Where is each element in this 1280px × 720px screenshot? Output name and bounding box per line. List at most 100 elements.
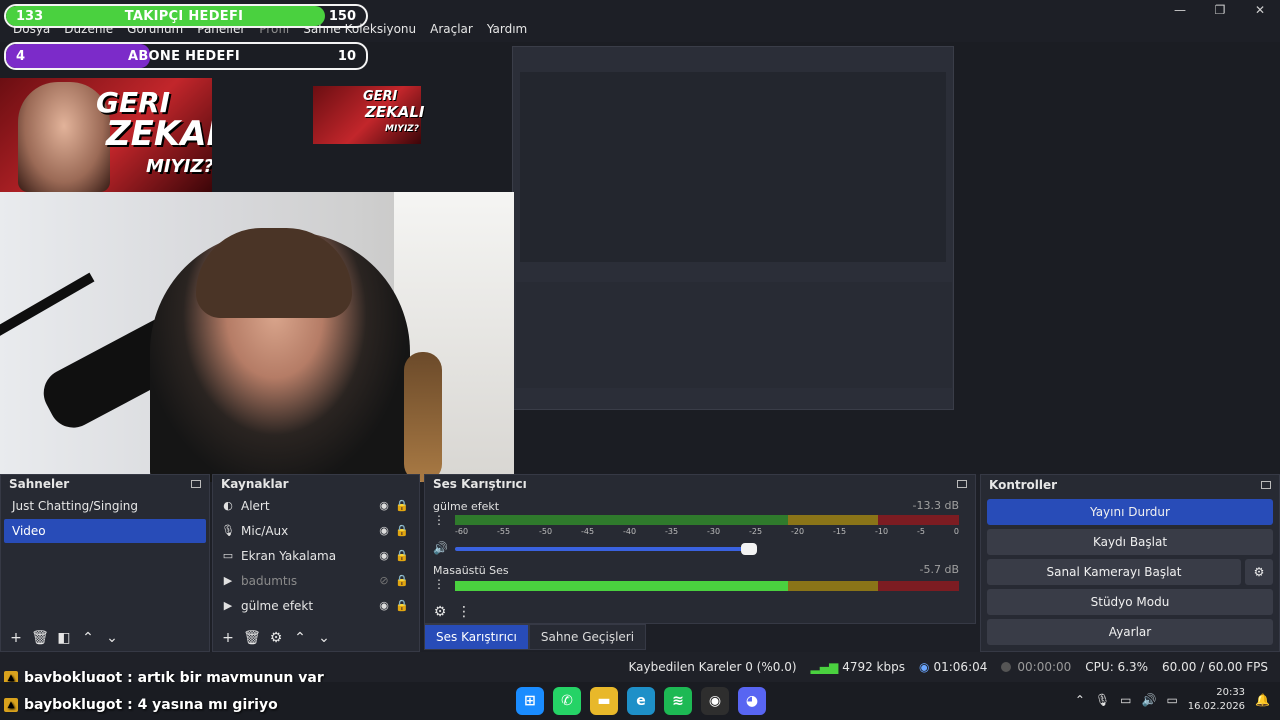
taskbar-apps: ⊞ ✆ ▬ e ≋ ◉ ◕ [516, 687, 766, 715]
meter-ticks: -60 -55 -50 -45 -40 -35 -30 -25 -20 -15 -10 -5 0 [455, 527, 959, 536]
mixer-menu-icon[interactable]: ⋮ [455, 603, 473, 621]
menu-help[interactable]: Yardım [480, 20, 534, 40]
volume-icon[interactable]: 🔊 [1141, 693, 1156, 707]
audio-mixer-dock: Ses Karıştırıcı gülme efekt -13.3 dB ⋮ -… [424, 474, 976, 624]
trash-icon[interactable]: 🗑 [243, 629, 261, 647]
chevron-down-icon[interactable]: ⌄ [103, 629, 121, 647]
source-item-badumtis[interactable]: ▶ badumtıs ⊘ 🔒 [213, 568, 419, 593]
sources-title: Kaynaklar [221, 477, 289, 491]
minimize-icon[interactable]: — [1160, 0, 1200, 20]
chat-badge-icon: ▲ [4, 698, 18, 712]
tab-scene-transitions[interactable]: Sahne Geçişleri [528, 624, 647, 650]
nested-thumbnail-line3: MIYIZ? [385, 124, 419, 134]
fps-readout: 60.00 / 60.00 FPS [1162, 660, 1268, 674]
nested-obs-preview [520, 72, 946, 262]
close-icon[interactable]: ✕ [1240, 0, 1280, 20]
eye-off-icon[interactable]: ⊘ [375, 574, 393, 587]
start-virtual-camera-button[interactable]: Sanal Kamerayı Başlat [987, 559, 1241, 585]
controls-dock-title: Kontroller [981, 475, 1279, 495]
signal-bars-icon: ▂▄▆ [810, 660, 839, 674]
add-icon[interactable]: + [219, 629, 237, 647]
lock-icon[interactable]: 🔒 [393, 524, 411, 537]
undock-icon[interactable] [191, 480, 201, 488]
source-label: Alert [241, 498, 270, 513]
source-item-alert[interactable]: ◐ Alert ◉ 🔒 [213, 493, 419, 518]
source-item-gulme-efekt[interactable]: ▶ gülme efekt ◉ 🔒 [213, 593, 419, 618]
settings-button[interactable]: Ayarlar [987, 619, 1273, 645]
meter-tick-label: -5 [917, 527, 925, 536]
recording-timer: 00:00:00 [1001, 660, 1071, 674]
undock-icon[interactable] [1261, 481, 1271, 489]
source-label: Mic/Aux [241, 523, 289, 538]
eye-icon[interactable]: ◉ [375, 499, 393, 512]
eye-icon[interactable]: ◉ [375, 599, 393, 612]
nested-thumbnail-line1: GERI [363, 89, 398, 104]
windows-start-icon[interactable]: ⊞ [516, 687, 544, 715]
dropped-frames: Kaybedilen Kareler 0 (%0.0) [628, 660, 797, 674]
source-item-screen-capture[interactable]: ▭ Ekran Yakalama ◉ 🔒 [213, 543, 419, 568]
lock-icon[interactable]: 🔒 [393, 599, 411, 612]
discord-icon[interactable]: ◕ [738, 687, 766, 715]
channel-menu-icon[interactable]: ⋮ [433, 513, 445, 527]
system-clock[interactable]: 20:33 16.02.2026 [1188, 686, 1245, 714]
mixer-channel-desktop-audio: Masaüstü Ses -5.7 dB ⋮ [433, 563, 959, 599]
undock-icon[interactable] [957, 480, 967, 488]
notification-icon[interactable]: 🔔 [1255, 693, 1270, 707]
webcam-mic-arm [0, 272, 95, 342]
system-tray: ⌃ 🎙 ▭ 🔊 ▭ 20:33 16.02.2026 🔔 [1075, 686, 1270, 714]
gear-icon[interactable]: ⚙ [1245, 559, 1273, 585]
chevron-up-icon[interactable]: ⌃ [291, 629, 309, 647]
lock-icon[interactable]: 🔒 [393, 499, 411, 512]
mixer-toolbar: ⚙ ⋮ [425, 601, 975, 623]
lock-icon[interactable]: 🔒 [393, 549, 411, 562]
channel-db: -5.7 dB [919, 563, 960, 576]
webcam-guitar [404, 352, 442, 482]
volume-slider[interactable] [455, 543, 757, 555]
mic-icon[interactable]: 🎙 [1095, 693, 1110, 707]
add-icon[interactable]: + [7, 629, 25, 647]
scenes-title: Sahneler [9, 477, 70, 491]
nested-video-thumbnail: GERI ZEKALI MIYIZ? [313, 86, 425, 144]
virtual-camera-row: Sanal Kamerayı Başlat ⚙ [987, 559, 1273, 585]
filter-icon[interactable]: ◧ [55, 629, 73, 647]
meter-tick-label: -10 [875, 527, 889, 536]
trash-icon[interactable]: 🗑 [31, 629, 49, 647]
scene-item-just-chatting[interactable]: Just Chatting/Singing [4, 494, 206, 518]
follower-goal-bar: 133 TAKIPÇI HEDEFI 150 [4, 4, 368, 28]
file-explorer-icon[interactable]: ▬ [590, 687, 618, 715]
stop-stream-button[interactable]: Yayını Durdur [987, 499, 1273, 525]
advanced-audio-icon[interactable]: ⚙ [431, 603, 449, 621]
tab-audio-mixer[interactable]: Ses Karıştırıcı [424, 624, 529, 650]
mixer-tabs: Ses Karıştırıcı Sahne Geçişleri [424, 624, 647, 650]
chevron-up-icon[interactable]: ⌃ [1075, 693, 1085, 707]
studio-mode-button[interactable]: Stüdyo Modu [987, 589, 1273, 615]
network-icon[interactable]: ▭ [1120, 693, 1131, 707]
chat-text: : 4 yasına mı giriyo [127, 697, 278, 713]
cpu-usage: CPU: 6.3% [1085, 660, 1149, 674]
scenes-toolbar: + 🗑 ◧ ⌃ ⌄ [1, 625, 209, 651]
obs-icon[interactable]: ◉ [701, 687, 729, 715]
start-recording-button[interactable]: Kaydı Başlat [987, 529, 1273, 555]
nested-obs-docks [516, 282, 952, 388]
lock-icon[interactable]: 🔒 [393, 574, 411, 587]
eye-icon[interactable]: ◉ [375, 524, 393, 537]
clock-date: 16.02.2026 [1187, 701, 1246, 712]
speaker-icon[interactable]: 🔊 [433, 541, 448, 555]
eye-icon[interactable]: ◉ [375, 549, 393, 562]
menu-tools[interactable]: Araçlar [423, 20, 480, 40]
chevron-up-icon[interactable]: ⌃ [79, 629, 97, 647]
channel-menu-icon[interactable]: ⋮ [433, 577, 445, 591]
whatsapp-icon[interactable]: ✆ [553, 687, 581, 715]
gear-icon[interactable]: ⚙ [267, 629, 285, 647]
scene-item-video[interactable]: Video [4, 519, 206, 543]
source-item-mic-aux[interactable]: 🎙 Mic/Aux ◉ 🔒 [213, 518, 419, 543]
volume-slider-knob[interactable] [741, 543, 757, 555]
chevron-down-icon[interactable]: ⌄ [315, 629, 333, 647]
scenes-dock: Sahneler Just Chatting/Singing Video + 🗑… [0, 474, 210, 652]
battery-icon[interactable]: ▭ [1166, 693, 1177, 707]
spotify-icon[interactable]: ≋ [664, 687, 692, 715]
globe-icon: ◐ [223, 499, 233, 512]
sources-dock: Kaynaklar ◐ Alert ◉ 🔒 🎙 Mic/Aux ◉ 🔒 ▭ Ek… [212, 474, 420, 652]
edge-icon[interactable]: e [627, 687, 655, 715]
maximize-icon[interactable]: ❐ [1200, 0, 1240, 20]
